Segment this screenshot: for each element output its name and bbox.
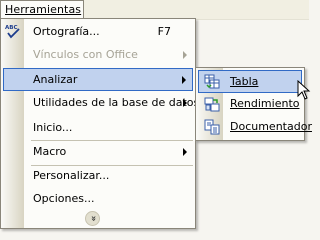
submenu-item-label: Documentador xyxy=(230,120,312,133)
menu-item-analizar[interactable]: Analizar xyxy=(3,68,193,91)
menu-title-label: Herramientas xyxy=(5,3,82,16)
submenu-item-documentador[interactable]: Documentador xyxy=(198,116,312,139)
tools-dropdown-menu: ABC Ortografía... F7 Vínculos con Office… xyxy=(0,18,199,229)
documenter-icon xyxy=(204,119,220,135)
menu-item-label: Ortografía... xyxy=(33,25,100,38)
menu-item-label: Personalizar... xyxy=(33,169,110,182)
submenu-item-label: Tabla xyxy=(230,75,259,88)
menu-item-label: Inicio... xyxy=(33,121,73,134)
mouse-cursor-icon xyxy=(297,80,311,100)
menu-item-utilidades[interactable]: Utilidades de la base de datos xyxy=(3,92,199,115)
menu-item-macro[interactable]: Macro xyxy=(3,141,193,164)
submenu-item-rendimiento[interactable]: Rendimiento xyxy=(198,93,302,116)
menu-item-ortografia[interactable]: Ortografía... F7 xyxy=(3,21,193,44)
submenu-item-label: Rendimiento xyxy=(230,97,300,110)
analizar-submenu: Tabla Rendimiento Documentador xyxy=(195,67,312,141)
submenu-item-tabla[interactable]: Tabla xyxy=(198,70,302,93)
performance-analyzer-icon xyxy=(204,97,220,112)
menu-item-inicio[interactable]: Inicio... xyxy=(3,117,193,140)
menu-item-label: Analizar xyxy=(33,73,78,86)
menu-item-opciones[interactable]: Opciones... xyxy=(3,188,193,211)
menu-item-personalizar[interactable]: Personalizar... xyxy=(3,165,193,188)
submenu-arrow-icon xyxy=(183,51,187,59)
table-analyzer-icon xyxy=(204,74,220,89)
submenu-arrow-icon xyxy=(183,99,187,107)
menu-item-label: Vínculos con Office xyxy=(33,48,138,61)
menu-item-label: Utilidades de la base de datos xyxy=(33,96,200,109)
menu-herramientas[interactable]: Herramientas xyxy=(0,0,84,19)
menu-item-shortcut: F7 xyxy=(157,25,171,38)
submenu-arrow-icon xyxy=(182,76,186,84)
menu-item-label: Opciones... xyxy=(33,192,95,205)
menu-item-label: Macro xyxy=(33,145,67,158)
expand-menu-chevron-icon[interactable]: » xyxy=(85,211,100,226)
menu-item-vinculos-office[interactable]: Vínculos con Office xyxy=(3,44,193,67)
submenu-arrow-icon xyxy=(183,148,187,156)
